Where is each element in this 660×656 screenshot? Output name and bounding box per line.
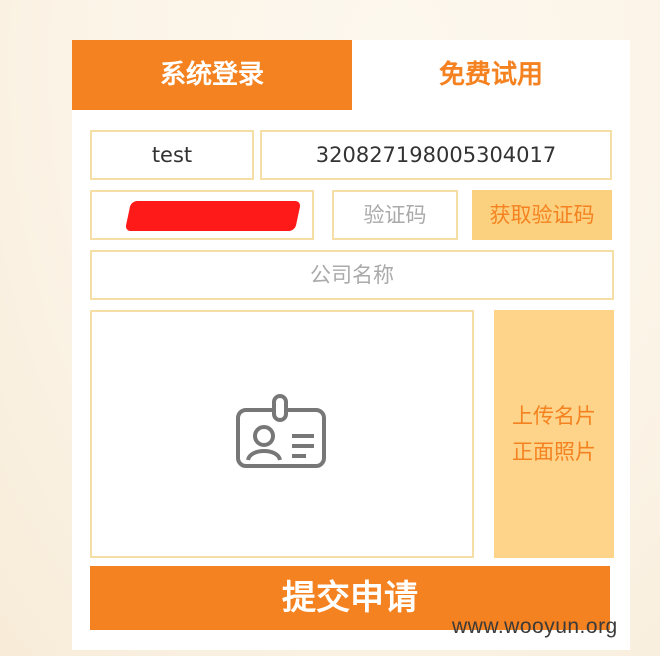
upload-label-line1: 上传名片 — [512, 404, 596, 428]
id-card-icon — [234, 394, 330, 474]
verification-code-field[interactable]: 验证码 — [332, 190, 458, 240]
company-name-field[interactable]: 公司名称 — [90, 250, 614, 300]
upload-card-button[interactable]: 上传名片 正面照片 — [494, 310, 614, 558]
redaction-mark — [124, 201, 302, 231]
get-code-button[interactable]: 获取验证码 — [472, 190, 612, 240]
tab-system-login[interactable]: 系统登录 — [72, 40, 352, 110]
watermark: www.wooyun.org — [452, 615, 618, 638]
business-card-preview[interactable] — [90, 310, 474, 558]
upload-label-line2: 正面照片 — [512, 440, 596, 464]
phone-field[interactable] — [90, 190, 314, 240]
tab-free-trial[interactable]: 免费试用 — [352, 40, 630, 110]
id-number-field[interactable]: 320827198005304017 — [260, 130, 612, 180]
trial-form-panel: 系统登录 免费试用 test 320827198005304017 验证码 获取… — [72, 40, 630, 650]
name-field[interactable]: test — [90, 130, 254, 180]
